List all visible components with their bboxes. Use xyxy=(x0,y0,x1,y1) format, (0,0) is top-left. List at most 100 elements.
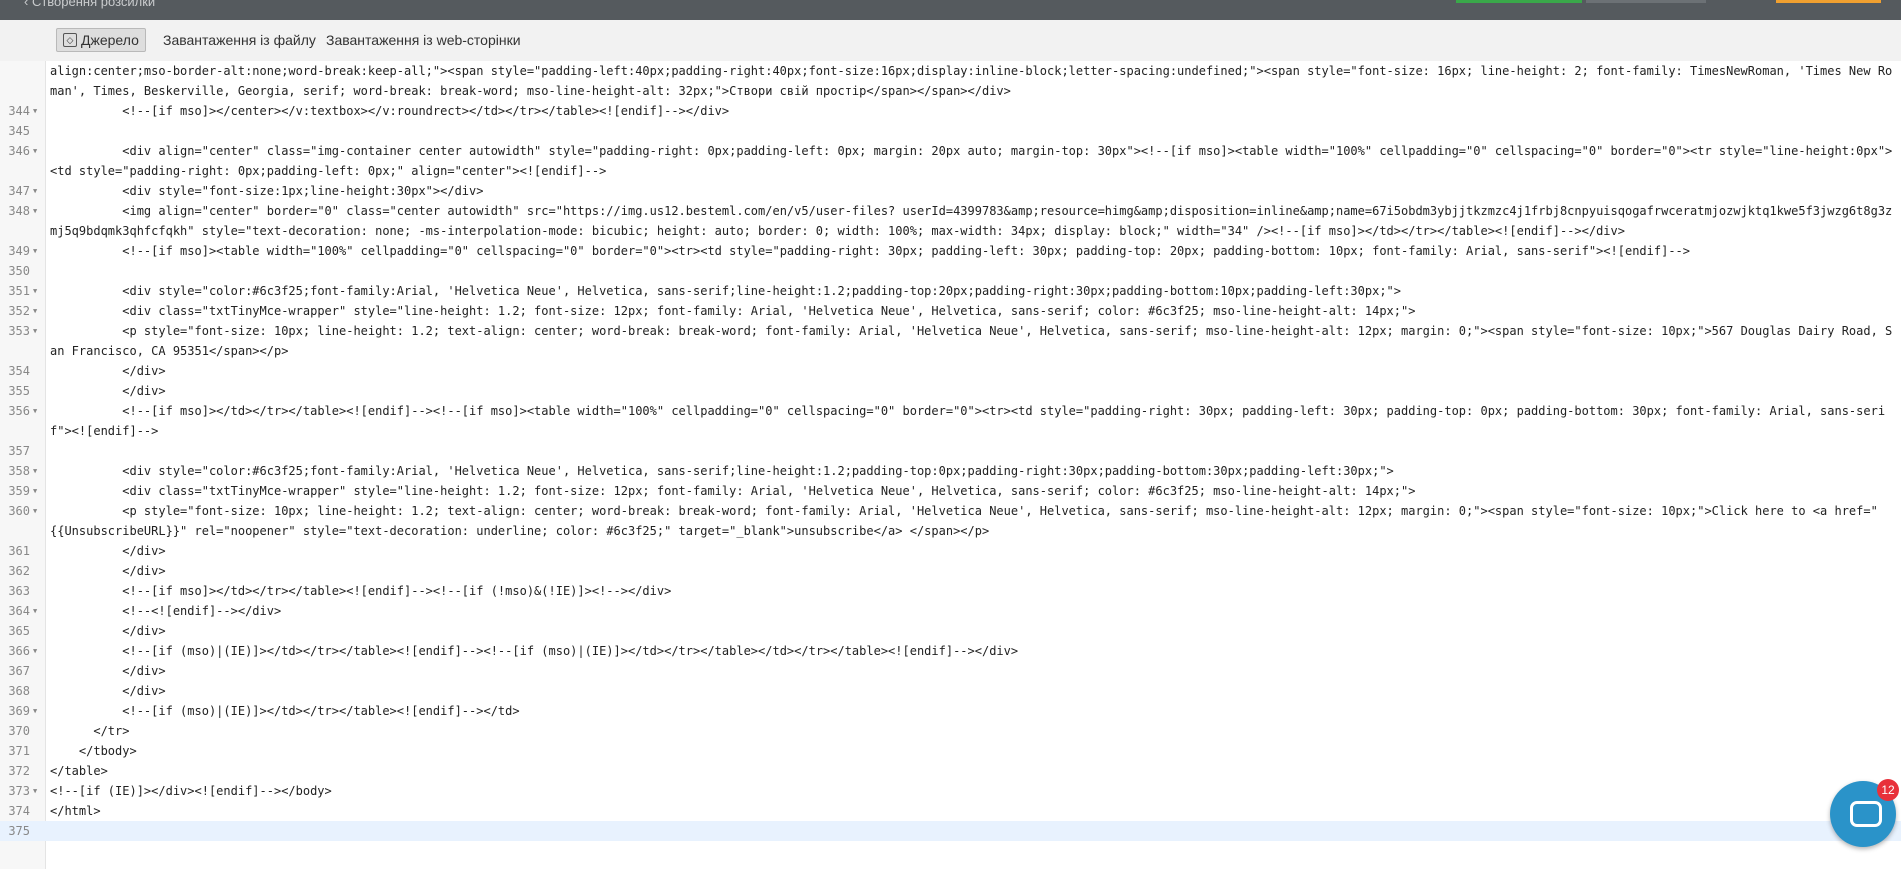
fold-arrow-icon[interactable]: ▼ xyxy=(33,601,45,621)
fold-arrow-icon[interactable]: ▼ xyxy=(33,141,45,181)
fold-arrow-icon[interactable]: ▼ xyxy=(33,701,45,721)
orange-action-button[interactable] xyxy=(1776,0,1881,3)
code-line[interactable]: align:center;mso-border-alt:none;word-br… xyxy=(0,61,1901,101)
code-line[interactable]: 349 ▼ <!--[if mso]><table width="100%" ce… xyxy=(0,241,1901,261)
code-line[interactable]: 357 xyxy=(0,441,1901,461)
line-number: 356 xyxy=(8,404,30,418)
top-app-bar: ‹ Створення розсилки xyxy=(0,0,1901,20)
code-line[interactable]: 351 ▼ <div style="color:#6c3f25;font-fami… xyxy=(0,281,1901,301)
line-number: 351 xyxy=(8,284,30,298)
fold-arrow-icon[interactable]: ▼ xyxy=(33,281,45,301)
source-button-label: Джерело xyxy=(81,32,139,48)
code-line[interactable]: 350 xyxy=(0,261,1901,281)
code-line[interactable]: 368 </div> xyxy=(0,681,1901,701)
code-line[interactable]: 347 ▼ <div style="font-size:1px;line-heig… xyxy=(0,181,1901,201)
chat-bubble-icon xyxy=(1850,801,1882,827)
code-line[interactable]: 363 <!--[if mso]></td></tr></table><![en… xyxy=(0,581,1901,601)
line-number: 344 xyxy=(8,104,30,118)
code-line[interactable]: 361 </div> xyxy=(0,541,1901,561)
source-button[interactable]: ◇ Джерело xyxy=(56,28,146,52)
code-line[interactable]: 360 ▼ <p style="font-size: 10px; line-hei… xyxy=(0,501,1901,541)
code-line[interactable]: 370 </tr> xyxy=(0,721,1901,741)
code-line-text: <!--[if mso]></td></tr></table><![endif]… xyxy=(50,404,1886,438)
code-editor[interactable]: align:center;mso-border-alt:none;word-br… xyxy=(0,61,1901,869)
line-number: 357 xyxy=(8,444,30,458)
code-line-text: <p style="font-size: 10px; line-height: … xyxy=(50,324,1893,358)
source-code-icon: ◇ xyxy=(63,33,77,47)
code-line[interactable]: 354 </div> xyxy=(0,361,1901,381)
code-line[interactable]: 358 ▼ <div style="color:#6c3f25;font-fami… xyxy=(0,461,1901,481)
line-number: 362 xyxy=(8,564,30,578)
line-number: 353 xyxy=(8,324,30,338)
code-line-text: <div style="font-size:1px;line-height:30… xyxy=(50,184,484,198)
line-number: 361 xyxy=(8,544,30,558)
fold-arrow-icon[interactable]: ▼ xyxy=(33,641,45,661)
code-line[interactable]: 353 ▼ <p style="font-size: 10px; line-hei… xyxy=(0,321,1901,361)
code-line-text: <!--[if (mso)|(IE)]></td></tr></table><!… xyxy=(50,704,520,718)
code-line[interactable]: 359 ▼ <div class="txtTinyMce-wrapper" sty… xyxy=(0,481,1901,501)
code-line-text: </div> xyxy=(50,384,166,398)
code-line[interactable]: 356 ▼ <!--[if mso]></td></tr></table><![e… xyxy=(0,401,1901,441)
code-line[interactable]: 372 </table> xyxy=(0,761,1901,781)
code-line[interactable]: 355 </div> xyxy=(0,381,1901,401)
code-line[interactable]: 366 ▼ <!--[if (mso)|(IE)]></td></tr></tab… xyxy=(0,641,1901,661)
fold-arrow-icon[interactable]: ▼ xyxy=(33,321,45,361)
code-line-text: <!--[if (mso)|(IE)]></td></tr></table><!… xyxy=(50,644,1019,658)
fold-arrow-icon[interactable]: ▼ xyxy=(33,481,45,501)
code-line[interactable]: 348 ▼ <img align="center" border="0" clas… xyxy=(0,201,1901,241)
secondary-action-button[interactable] xyxy=(1586,0,1706,3)
line-number: 369 xyxy=(8,704,30,718)
code-line[interactable]: 375 xyxy=(0,821,1901,841)
code-line[interactable]: 373 ▼ <!--[if (IE)]></div><![endif]--></bo… xyxy=(0,781,1901,801)
code-line[interactable]: 369 ▼ <!--[if (mso)|(IE)]></td></tr></tab… xyxy=(0,701,1901,721)
code-line[interactable]: 345 xyxy=(0,121,1901,141)
fold-arrow-icon[interactable]: ▼ xyxy=(33,101,45,121)
fold-arrow-icon[interactable]: ▼ xyxy=(33,201,45,241)
line-number: 370 xyxy=(8,724,30,738)
code-line[interactable]: 352 ▼ <div class="txtTinyMce-wrapper" sty… xyxy=(0,301,1901,321)
fold-arrow-icon[interactable]: ▼ xyxy=(33,781,45,801)
code-line[interactable]: 364 ▼ <!--<![endif]--></div> xyxy=(0,601,1901,621)
code-line-text: </div> xyxy=(50,684,166,698)
code-line-text: <!--[if mso]></center></v:textbox></v:ro… xyxy=(50,104,730,118)
code-line[interactable]: 346 ▼ <div align="center" class="img-cont… xyxy=(0,141,1901,181)
line-number: 364 xyxy=(8,604,30,618)
fold-arrow-icon[interactable]: ▼ xyxy=(33,241,45,261)
code-content[interactable]: align:center;mso-border-alt:none;word-br… xyxy=(0,61,1901,841)
code-line[interactable]: 374 </html> xyxy=(0,801,1901,821)
code-line-text: <div class="txtTinyMce-wrapper" style="l… xyxy=(50,484,1416,498)
code-line[interactable]: 365 </div> xyxy=(0,621,1901,641)
line-number: 368 xyxy=(8,684,30,698)
line-number: 347 xyxy=(8,184,30,198)
fold-arrow-icon[interactable]: ▼ xyxy=(33,401,45,441)
fold-arrow-icon[interactable]: ▼ xyxy=(33,181,45,201)
code-line[interactable]: 371 </tbody> xyxy=(0,741,1901,761)
fold-arrow-icon[interactable]: ▼ xyxy=(33,501,45,541)
line-number: 360 xyxy=(8,504,30,518)
line-number: 374 xyxy=(8,804,30,818)
upload-file-button[interactable]: Завантаження із файлу xyxy=(157,28,322,52)
line-number: 367 xyxy=(8,664,30,678)
line-number: 363 xyxy=(8,584,30,598)
code-line-text: <img align="center" border="0" class="ce… xyxy=(50,204,1893,238)
green-action-button[interactable] xyxy=(1456,0,1582,3)
upload-web-button[interactable]: Завантаження із web-сторінки xyxy=(320,28,527,52)
editor-toolbar: ◇ Джерело Завантаження із файлу Завантаж… xyxy=(0,20,1901,62)
code-line[interactable]: 362 </div> xyxy=(0,561,1901,581)
line-number: 375 xyxy=(8,824,30,838)
code-line[interactable]: 367 </div> xyxy=(0,661,1901,681)
code-line[interactable]: 344 ▼ <!--[if mso]></center></v:textbox><… xyxy=(0,101,1901,121)
fold-arrow-icon[interactable]: ▼ xyxy=(33,301,45,321)
fold-arrow-icon[interactable]: ▼ xyxy=(33,461,45,481)
back-link[interactable]: ‹ Створення розсилки xyxy=(24,0,155,9)
line-number: 373 xyxy=(8,784,30,798)
